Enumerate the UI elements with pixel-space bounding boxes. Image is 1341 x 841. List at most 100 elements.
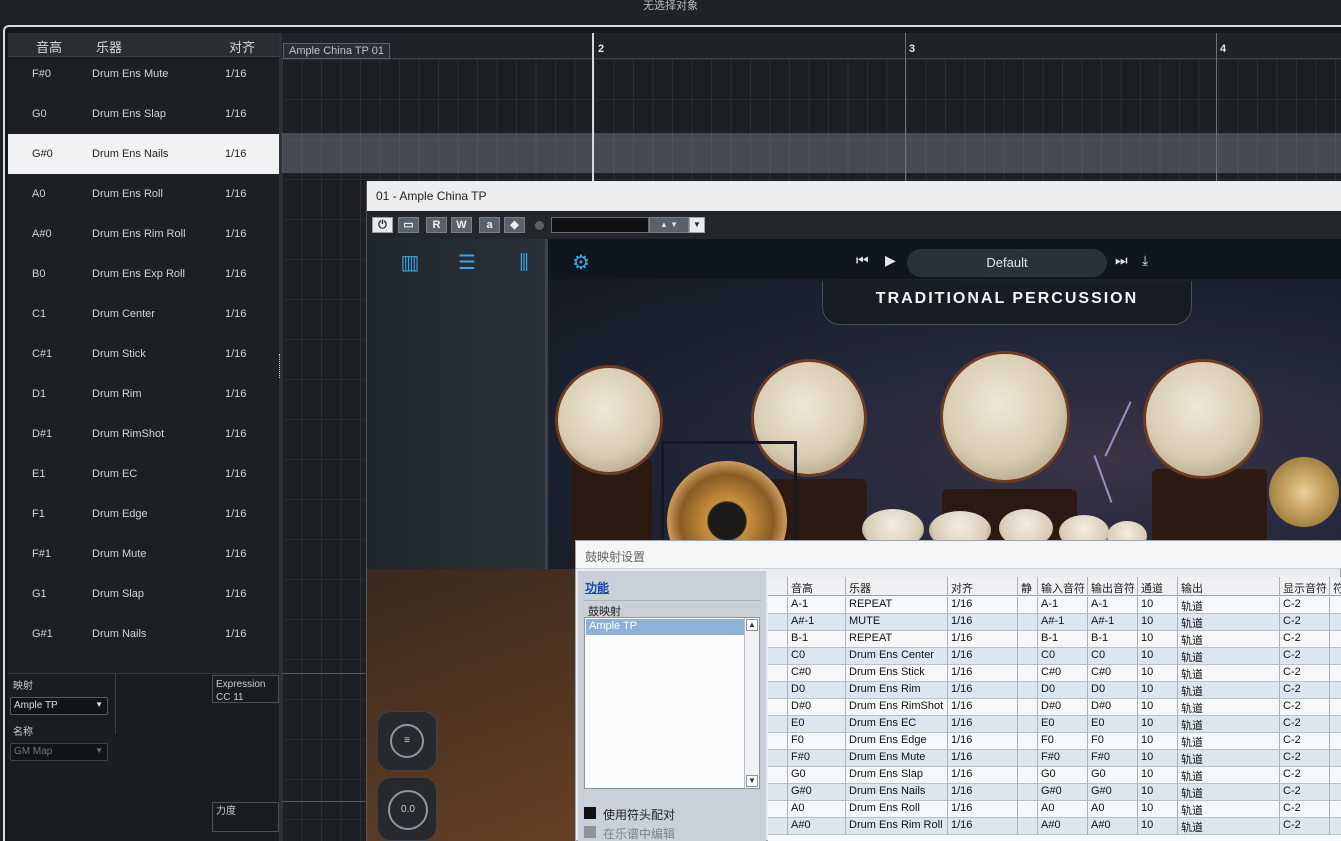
- controller-lane-velocity[interactable]: 力度: [212, 802, 279, 832]
- drum-map-cell[interactable]: A#0: [1088, 818, 1138, 835]
- drum-map-row[interactable]: D0 Drum Ens Rim 1/16 D0 D0 10 轨道 C-2: [768, 682, 1341, 699]
- drum-list-row[interactable]: A#0 Drum Ens Rim Roll 1/16: [8, 214, 279, 254]
- drum-map-cell[interactable]: Drum Ens Rim Roll: [846, 818, 948, 835]
- drum-list-row[interactable]: G#0 Drum Ens Nails 1/16: [8, 134, 279, 174]
- drum-map-dialog-title[interactable]: 鼓映射设置: [576, 541, 1341, 569]
- drum-map-cell[interactable]: 轨道: [1178, 818, 1280, 835]
- drum-map-cell[interactable]: A#0: [1038, 818, 1088, 835]
- drum-map-cell[interactable]: 1/16: [948, 597, 1018, 614]
- column-header[interactable]: 输出: [1178, 577, 1280, 596]
- drum-map-cell[interactable]: C-2: [1280, 597, 1330, 614]
- drum-map-cell[interactable]: Drum Ens Edge: [846, 733, 948, 750]
- map-select[interactable]: Ample TP ▼: [10, 697, 108, 715]
- preset-name[interactable]: Default: [907, 249, 1107, 277]
- drum-map-cell[interactable]: B-1: [788, 631, 846, 648]
- drum-map-cell[interactable]: 10: [1138, 750, 1178, 767]
- drum-list-row[interactable]: B0 Drum Ens Exp Roll 1/16: [8, 254, 279, 294]
- drum-map-cell[interactable]: F#0: [788, 750, 846, 767]
- column-header[interactable]: 输出音符: [1088, 577, 1138, 596]
- drum-map-cell[interactable]: 10: [1138, 801, 1178, 818]
- drum-map-cell[interactable]: C-2: [1280, 614, 1330, 631]
- drum-map-empty-cell[interactable]: [1330, 648, 1341, 665]
- drum-map-cell[interactable]: 1/16: [948, 631, 1018, 648]
- drum-map-empty-cell[interactable]: [768, 784, 788, 801]
- drum-map-cell[interactable]: 轨道: [1178, 631, 1280, 648]
- note-head-pairs-checkbox[interactable]: [584, 807, 596, 819]
- drum-map-cell[interactable]: C-2: [1280, 682, 1330, 699]
- drum-map-cell[interactable]: 10: [1138, 682, 1178, 699]
- functions-link[interactable]: 功能: [585, 579, 609, 596]
- drum-map-cell[interactable]: Drum Ens Nails: [846, 784, 948, 801]
- drum-list-row[interactable]: G0 Drum Ens Slap 1/16: [8, 94, 279, 134]
- column-header[interactable]: 对齐: [948, 577, 1018, 596]
- write-automation-button[interactable]: W: [451, 217, 472, 233]
- drum-3[interactable]: [940, 351, 1070, 483]
- drum-map-empty-cell[interactable]: [1018, 682, 1038, 699]
- column-header[interactable]: [768, 577, 788, 596]
- drum-map-cell[interactable]: C-2: [1280, 767, 1330, 784]
- drum-map-empty-cell[interactable]: [1018, 750, 1038, 767]
- drum-map-empty-cell[interactable]: [1018, 614, 1038, 631]
- drum-map-cell[interactable]: A0: [1088, 801, 1138, 818]
- drum-map-empty-cell[interactable]: [768, 631, 788, 648]
- drum-map-cell[interactable]: E0: [1088, 716, 1138, 733]
- drum-map-row[interactable]: B-1 REPEAT 1/16 B-1 B-1 10 轨道 C-2: [768, 631, 1341, 648]
- drum-map-empty-cell[interactable]: [1330, 750, 1341, 767]
- drum-map-empty-cell[interactable]: [1018, 818, 1038, 835]
- drum-map-row[interactable]: C#0 Drum Ens Stick 1/16 C#0 C#0 10 轨道 C-2: [768, 665, 1341, 682]
- column-header[interactable]: 符: [1330, 577, 1341, 596]
- drum-map-row[interactable]: D#0 Drum Ens RimShot 1/16 D#0 D#0 10 轨道 C-2: [768, 699, 1341, 716]
- settings-gear-icon[interactable]: ⚙: [568, 251, 594, 275]
- drum-map-row[interactable]: A#0 Drum Ens Rim Roll 1/16 A#0 A#0 10 轨道 C-2: [768, 818, 1341, 835]
- bypass-button[interactable]: ▭: [398, 217, 419, 233]
- name-select[interactable]: GM Map ▼: [10, 743, 108, 761]
- drum-map-empty-cell[interactable]: [768, 614, 788, 631]
- drum-map-cell[interactable]: D#0: [1038, 699, 1088, 716]
- drum-list-row[interactable]: A0 Drum Ens Roll 1/16: [8, 174, 279, 214]
- drum-map-cell[interactable]: 轨道: [1178, 716, 1280, 733]
- drum-map-cell[interactable]: 轨道: [1178, 648, 1280, 665]
- volume-knob-panel[interactable]: 0.0: [377, 777, 437, 841]
- drum-map-cell[interactable]: 10: [1138, 716, 1178, 733]
- articulation-button[interactable]: ≡: [377, 711, 437, 771]
- drum-map-cell[interactable]: 轨道: [1178, 614, 1280, 631]
- power-button[interactable]: ⏻: [372, 217, 393, 233]
- drum-list-row[interactable]: E1 Drum EC 1/16: [8, 454, 279, 494]
- drum-map-empty-cell[interactable]: [1330, 818, 1341, 835]
- drum-map-row[interactable]: G0 Drum Ens Slap 1/16 G0 G0 10 轨道 C-2: [768, 767, 1341, 784]
- drum-map-empty-cell[interactable]: [768, 733, 788, 750]
- preset-field[interactable]: [551, 217, 649, 233]
- drum-map-cell[interactable]: F0: [1088, 733, 1138, 750]
- column-header[interactable]: 乐器: [846, 577, 948, 596]
- column-header[interactable]: 静: [1018, 577, 1038, 596]
- drum-map-empty-cell[interactable]: [1018, 733, 1038, 750]
- drum-map-empty-cell[interactable]: [1330, 801, 1341, 818]
- drum-map-cell[interactable]: 10: [1138, 818, 1178, 835]
- playhead-cursor[interactable]: [592, 33, 594, 181]
- drum-map-cell[interactable]: Drum Ens Rim: [846, 682, 948, 699]
- drum-map-row[interactable]: F0 Drum Ens Edge 1/16 F0 F0 10 轨道 C-2: [768, 733, 1341, 750]
- drum-map-cell[interactable]: 10: [1138, 648, 1178, 665]
- drum-map-empty-cell[interactable]: [1330, 597, 1341, 614]
- equalizer-icon[interactable]: ⫼: [511, 251, 537, 275]
- drum-map-cell[interactable]: 轨道: [1178, 767, 1280, 784]
- drum-map-empty-cell[interactable]: [1330, 631, 1341, 648]
- drum-map-cell[interactable]: C-2: [1280, 716, 1330, 733]
- download-icon[interactable]: ⤓: [1142, 252, 1148, 269]
- drum-map-empty-cell[interactable]: [1330, 699, 1341, 716]
- edit-in-score-checkbox[interactable]: [584, 826, 596, 838]
- drum-map-cell[interactable]: Drum Ens EC: [846, 716, 948, 733]
- drum-map-empty-cell[interactable]: [1330, 767, 1341, 784]
- drum-map-cell[interactable]: Drum Ens RimShot: [846, 699, 948, 716]
- drum-map-empty-cell[interactable]: [768, 750, 788, 767]
- column-header[interactable]: 输入音符: [1038, 577, 1088, 596]
- drum-map-cell[interactable]: G0: [1038, 767, 1088, 784]
- drum-map-cell[interactable]: C0: [1038, 648, 1088, 665]
- drum-map-row[interactable]: A#-1 MUTE 1/16 A#-1 A#-1 10 轨道 C-2: [768, 614, 1341, 631]
- play-icon[interactable]: ▶: [885, 252, 896, 269]
- drum-map-cell[interactable]: G#0: [1088, 784, 1138, 801]
- drum-map-cell[interactable]: Drum Ens Slap: [846, 767, 948, 784]
- next-preset-icon[interactable]: ⏭: [1115, 252, 1128, 269]
- drum-map-cell[interactable]: C-2: [1280, 733, 1330, 750]
- drum-list-row[interactable]: G1 Drum Slap 1/16: [8, 574, 279, 614]
